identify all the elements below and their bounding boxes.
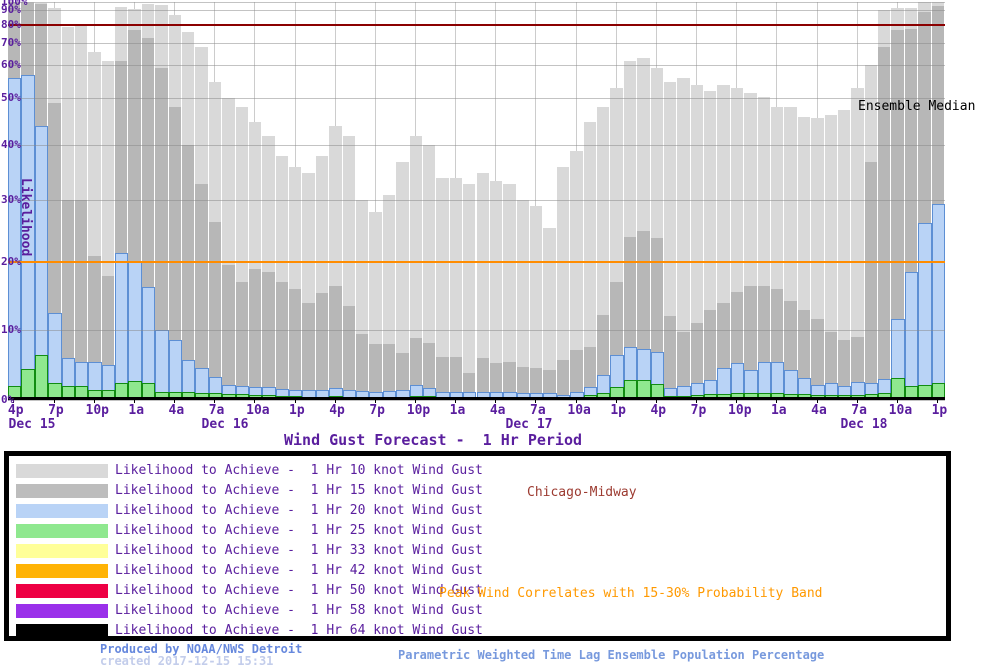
legend-label: Likelihood to Achieve - 1 Hr 50 knot Win… <box>115 583 483 598</box>
horizontal-gridline <box>8 400 945 401</box>
y-tick-label: 70% <box>1 36 21 49</box>
x-tick-label: 4a <box>490 403 506 418</box>
x-date-label: Dec 17 <box>506 417 553 432</box>
bar-segment-15kt <box>329 286 341 400</box>
legend-label: Likelihood to Achieve - 1 Hr 58 knot Win… <box>115 603 483 618</box>
bar-segment-10kt <box>463 184 475 401</box>
legend-swatch <box>16 464 108 478</box>
legend-label: Likelihood to Achieve - 1 Hr 64 knot Win… <box>115 623 483 638</box>
legend-swatch <box>16 564 108 578</box>
x-tick-label: 4p <box>329 403 345 418</box>
peak-wind-note: Peak Wind Correlates with 15-30% Probabi… <box>439 586 823 601</box>
x-date-label: Dec 16 <box>202 417 249 432</box>
x-tick-label: 7p <box>48 403 64 418</box>
x-tick-label: 7p <box>691 403 707 418</box>
y-tick-label: 50% <box>1 91 21 104</box>
x-date-label: Dec 15 <box>9 417 56 432</box>
horizontal-gridline <box>8 145 945 146</box>
bar-segment-15kt <box>276 282 288 400</box>
x-tick-label: 10a <box>889 403 912 418</box>
bar-segment-20kt <box>115 253 128 400</box>
legend-label: Likelihood to Achieve - 1 Hr 42 knot Win… <box>115 563 483 578</box>
horizontal-gridline <box>8 200 945 201</box>
x-tick-label: 1a <box>128 403 144 418</box>
chart-title: Wind Gust Forecast - 1 Hr Period <box>284 431 582 449</box>
y-tick-label: 0% <box>1 393 14 406</box>
bar-segment-15kt <box>236 282 248 400</box>
x-tick-label: 10p <box>728 403 751 418</box>
legend-label: Likelihood to Achieve - 1 Hr 15 knot Win… <box>115 483 483 498</box>
x-tick-label: 4p <box>650 403 666 418</box>
horizontal-gridline <box>8 10 945 11</box>
y-tick-label: 40% <box>1 138 21 151</box>
y-tick-label: 10% <box>1 323 21 336</box>
horizontal-gridline <box>8 330 945 331</box>
horizontal-gridline <box>8 98 945 99</box>
bar-segment-15kt <box>209 222 221 400</box>
x-tick-label: 1a <box>450 403 466 418</box>
legend-label: Likelihood to Achieve - 1 Hr 20 knot Win… <box>115 503 483 518</box>
x-tick-label: 1p <box>289 403 305 418</box>
bar-segment-15kt <box>316 293 328 400</box>
horizontal-gridline <box>8 43 945 44</box>
x-tick-label: 1p <box>932 403 948 418</box>
legend-swatch <box>16 544 108 558</box>
legend-swatch <box>16 504 108 518</box>
bar-segment-25kt <box>35 355 48 401</box>
x-tick-label: 7a <box>209 403 225 418</box>
bar-segment-15kt <box>302 303 314 400</box>
bar-segment-20kt <box>128 262 141 400</box>
legend-box: Likelihood to Achieve - 1 Hr 10 knot Win… <box>4 451 951 641</box>
legend-label: Likelihood to Achieve - 1 Hr 10 knot Win… <box>115 463 483 478</box>
bar-segment-15kt <box>289 289 301 400</box>
horizontal-gridline <box>8 65 945 66</box>
plot-area: 4p7p10p1a4a7a10a1p4p7p10p1a4a7a10a1p4p7p… <box>0 0 1000 430</box>
x-tick-label: 7a <box>851 403 867 418</box>
legend-swatch <box>16 604 108 618</box>
y-tick-label: 90% <box>1 3 21 16</box>
horizontal-gridline <box>8 2 945 3</box>
bar-segment-20kt <box>155 330 168 400</box>
legend-swatch <box>16 584 108 598</box>
legend-swatch <box>16 524 108 538</box>
bar-segment-15kt <box>557 360 569 400</box>
bar-segment-15kt <box>262 272 274 400</box>
x-tick-label: 1a <box>771 403 787 418</box>
x-tick-label: 10p <box>407 403 430 418</box>
y-tick-label: 80% <box>1 18 21 31</box>
x-tick-label: 10a <box>567 403 590 418</box>
x-date-label: Dec 18 <box>841 417 888 432</box>
legend-swatch <box>16 624 108 638</box>
x-tick-label: 1p <box>610 403 626 418</box>
x-tick-label: 10p <box>85 403 108 418</box>
bar-segment-20kt <box>918 223 931 400</box>
ensemble-median-annotation: Ensemble Median <box>858 99 975 114</box>
x-tick-label: 7p <box>369 403 385 418</box>
threshold-line <box>8 261 945 263</box>
y-tick-label: 60% <box>1 58 21 71</box>
y-tick-label: 20% <box>1 255 21 268</box>
threshold-line <box>8 24 945 26</box>
station-name: Chicago-Midway <box>527 485 637 500</box>
legend-label: Likelihood to Achieve - 1 Hr 33 knot Win… <box>115 543 483 558</box>
baseline-strip <box>8 397 945 400</box>
x-tick-label: 10a <box>246 403 269 418</box>
bar-segment-15kt <box>249 269 261 400</box>
legend-swatch <box>16 484 108 498</box>
bar-segment-25kt <box>21 369 34 401</box>
x-tick-label: 7a <box>530 403 546 418</box>
footer-method-caption: Parametric Weighted Time Lag Ensemble Po… <box>398 648 824 662</box>
legend-label: Likelihood to Achieve - 1 Hr 25 knot Win… <box>115 523 483 538</box>
y-axis-label: Likelihood <box>18 178 33 256</box>
bar-segment-20kt <box>905 272 918 400</box>
bar-segment-15kt <box>222 265 234 400</box>
x-tick-label: 4a <box>169 403 185 418</box>
footer-created-timestamp: created 2017-12-15 15:31 <box>100 654 273 668</box>
bar-segment-15kt <box>343 306 355 400</box>
x-tick-label: 4a <box>811 403 827 418</box>
bar-segment-15kt <box>865 162 877 401</box>
wind-gust-forecast-chart: 4p7p10p1a4a7a10a1p4p7p10p1a4a7a10a1p4p7p… <box>0 0 1000 670</box>
bar-segment-20kt <box>932 204 945 400</box>
